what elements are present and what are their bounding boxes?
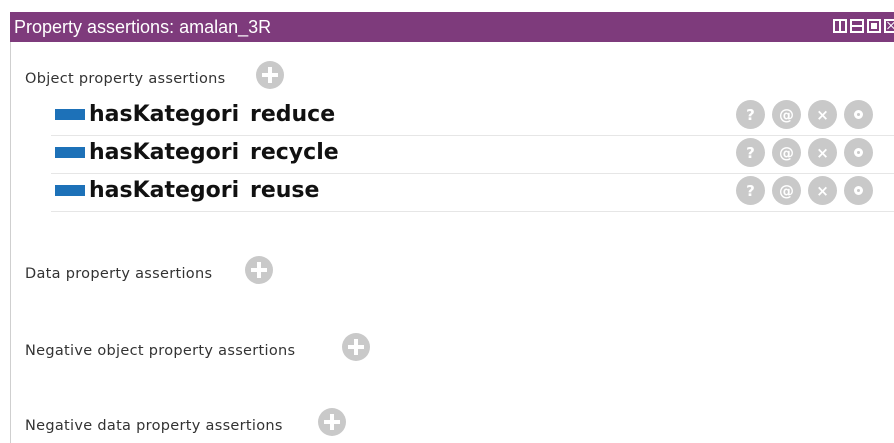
explain-button[interactable]: ? — [736, 176, 765, 205]
add-object-property-assertion-button[interactable] — [256, 61, 284, 89]
object-property-icon — [55, 147, 85, 158]
view-title: Property assertions: amalan_3R — [14, 17, 272, 37]
property-name: hasKategori — [89, 178, 240, 203]
view-title-bar: Property assertions: amalan_3R — [10, 12, 894, 42]
delete-button[interactable]: × — [808, 176, 837, 205]
table-row[interactable]: hasKategori reuse ? @ × — [51, 174, 894, 212]
annotate-button[interactable]: @ — [772, 100, 801, 129]
maximize-icon[interactable] — [867, 19, 881, 33]
object-property-icon — [55, 185, 85, 196]
explain-button[interactable]: ? — [736, 138, 765, 167]
add-data-property-assertion-button[interactable] — [245, 256, 273, 284]
add-negative-object-property-assertion-button[interactable] — [342, 333, 370, 361]
negative-object-property-assertions-header: Negative object property assertions — [25, 343, 296, 359]
edit-button[interactable] — [844, 176, 873, 205]
delete-button[interactable]: × — [808, 100, 837, 129]
split-horizontal-icon[interactable] — [850, 19, 864, 33]
negative-data-property-assertions-header: Negative data property assertions — [25, 418, 283, 434]
property-assertions-panel: Object property assertions hasKategori r… — [10, 42, 894, 443]
edit-button[interactable] — [844, 100, 873, 129]
property-value: recycle — [250, 140, 339, 165]
row-actions: ? @ × — [736, 100, 873, 129]
row-actions: ? @ × — [736, 176, 873, 205]
annotate-button[interactable]: @ — [772, 176, 801, 205]
add-negative-data-property-assertion-button[interactable] — [318, 408, 346, 436]
table-row[interactable]: hasKategori recycle ? @ × — [51, 136, 894, 174]
property-name: hasKategori — [89, 140, 240, 165]
table-row[interactable]: hasKategori reduce ? @ × — [51, 98, 894, 136]
row-actions: ? @ × — [736, 138, 873, 167]
split-vertical-icon[interactable] — [833, 19, 847, 33]
view-controls — [833, 19, 894, 35]
data-property-assertions-header: Data property assertions — [25, 266, 213, 282]
explain-button[interactable]: ? — [736, 100, 765, 129]
annotate-button[interactable]: @ — [772, 138, 801, 167]
property-value: reduce — [250, 102, 336, 127]
property-value: reuse — [250, 178, 320, 203]
delete-button[interactable]: × — [808, 138, 837, 167]
close-view-icon[interactable] — [884, 19, 894, 33]
object-property-assertions-header: Object property assertions — [25, 71, 226, 87]
object-property-icon — [55, 109, 85, 120]
property-name: hasKategori — [89, 102, 240, 127]
edit-button[interactable] — [844, 138, 873, 167]
